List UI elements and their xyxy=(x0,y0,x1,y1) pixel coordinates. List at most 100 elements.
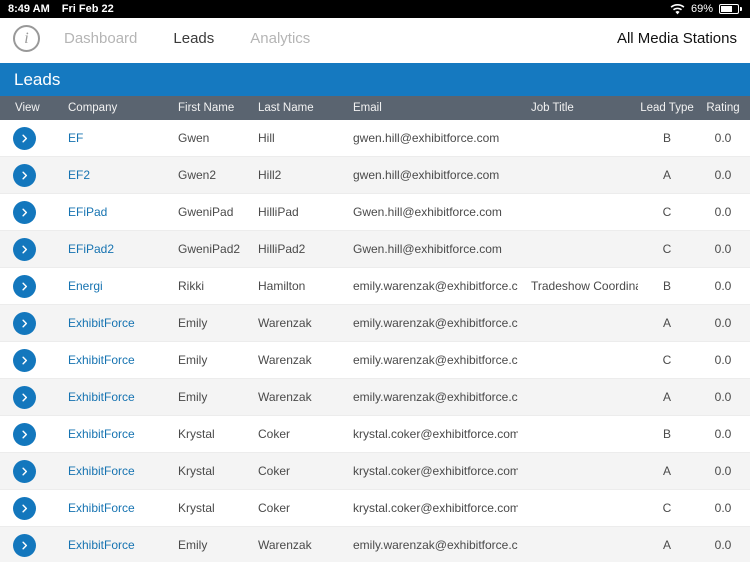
cell-first-name: Gwen xyxy=(178,131,210,145)
cell-company-link[interactable]: EF2 xyxy=(55,168,165,182)
view-lead-button[interactable] xyxy=(13,422,36,446)
column-header-rating: Rating xyxy=(706,102,740,114)
table-row: EFiPad GweniPad HilliPad Gwen.hill@exhib… xyxy=(0,194,750,231)
cell-view xyxy=(0,311,55,335)
cell-first-name: GweniPad xyxy=(178,205,234,219)
nav-tabs: Dashboard Leads Analytics xyxy=(64,30,310,47)
chevron-right-icon xyxy=(22,134,28,142)
cell-company-link[interactable]: ExhibitForce xyxy=(55,464,165,478)
cell-last-name: Coker xyxy=(258,427,291,441)
chevron-right-icon xyxy=(22,319,28,327)
table-row: ExhibitForce Emily Warenzak emily.warenz… xyxy=(0,305,750,342)
column-header-last-name: Last Name xyxy=(258,102,314,114)
cell-company-link[interactable]: EFiPad xyxy=(55,205,165,219)
cell-last-name: Warenzak xyxy=(258,390,312,404)
cell-company-link[interactable]: Energi xyxy=(55,279,165,293)
cell-last-name: Hill xyxy=(258,131,275,145)
view-lead-button[interactable] xyxy=(13,163,36,187)
cell-company-link[interactable]: ExhibitForce xyxy=(55,353,165,367)
cell-rating: 0.0 xyxy=(714,205,732,219)
cell-company-link[interactable]: ExhibitForce xyxy=(55,316,165,330)
view-lead-button[interactable] xyxy=(13,459,36,483)
tab-dashboard[interactable]: Dashboard xyxy=(64,30,137,47)
view-lead-button[interactable] xyxy=(13,533,36,557)
cell-first-name: Emily xyxy=(178,316,208,330)
cell-rating: 0.0 xyxy=(714,131,732,145)
cell-first-name: Emily xyxy=(178,390,208,404)
cell-company-link[interactable]: EFiPad2 xyxy=(55,242,165,256)
cell-last-name: Warenzak xyxy=(258,538,312,552)
cell-view xyxy=(0,496,55,520)
cell-rating: 0.0 xyxy=(714,353,732,367)
cell-first-name: Krystal xyxy=(178,501,215,515)
view-lead-button[interactable] xyxy=(13,126,36,150)
cell-lead-type: A xyxy=(662,316,671,330)
cell-view xyxy=(0,533,55,557)
cell-rating: 0.0 xyxy=(714,316,732,330)
navbar: i Dashboard Leads Analytics All Media St… xyxy=(0,18,750,59)
cell-email: krystal.coker@exhibitforce.com xyxy=(353,427,518,441)
chevron-right-icon xyxy=(22,504,28,512)
cell-rating: 0.0 xyxy=(714,501,732,515)
table-header: View Company First Name Last Name Email … xyxy=(0,96,750,120)
cell-view xyxy=(0,200,55,224)
view-lead-button[interactable] xyxy=(13,274,36,298)
chevron-right-icon xyxy=(22,467,28,475)
table-row: EF2 Gwen2 Hill2 gwen.hill@exhibitforce.c… xyxy=(0,157,750,194)
cell-company-link[interactable]: ExhibitForce xyxy=(55,538,165,552)
cell-lead-type: C xyxy=(662,242,672,256)
wifi-icon xyxy=(670,3,685,14)
view-lead-button[interactable] xyxy=(13,385,36,409)
status-time: 8:49 AM xyxy=(8,3,50,15)
cell-lead-type: A xyxy=(662,464,671,478)
cell-first-name: Emily xyxy=(178,353,208,367)
cell-first-name: Gwen2 xyxy=(178,168,217,182)
view-lead-button[interactable] xyxy=(13,348,36,372)
table-row: Energi Rikki Hamilton emily.warenzak@exh… xyxy=(0,268,750,305)
table-row: ExhibitForce Krystal Coker krystal.coker… xyxy=(0,416,750,453)
cell-company-link[interactable]: EF xyxy=(55,131,165,145)
cell-lead-type: A xyxy=(662,390,671,404)
chevron-right-icon xyxy=(22,430,28,438)
cell-lead-type: C xyxy=(662,353,672,367)
column-header-job-title: Job Title xyxy=(531,102,574,114)
tab-analytics[interactable]: Analytics xyxy=(250,30,310,47)
cell-email: emily.warenzak@exhibitforce.com xyxy=(353,279,518,293)
cell-last-name: Hill2 xyxy=(258,168,282,182)
cell-view xyxy=(0,163,55,187)
cell-last-name: HilliPad2 xyxy=(258,242,306,256)
cell-email: krystal.coker@exhibitforce.com xyxy=(353,501,518,515)
view-lead-button[interactable] xyxy=(13,496,36,520)
cell-first-name: Emily xyxy=(178,538,208,552)
view-lead-button[interactable] xyxy=(13,237,36,261)
table-row: ExhibitForce Krystal Coker krystal.coker… xyxy=(0,453,750,490)
table-row: ExhibitForce Emily Warenzak emily.warenz… xyxy=(0,342,750,379)
all-media-stations-button[interactable]: All Media Stations xyxy=(617,30,737,47)
view-lead-button[interactable] xyxy=(13,200,36,224)
cell-email: gwen.hill@exhibitforce.com xyxy=(353,131,500,145)
cell-first-name: Krystal xyxy=(178,464,215,478)
chevron-right-icon xyxy=(22,393,28,401)
cell-last-name: Warenzak xyxy=(258,353,312,367)
cell-rating: 0.0 xyxy=(714,168,732,182)
cell-job-title: Tradeshow Coordinator xyxy=(531,279,638,293)
cell-last-name: HilliPad xyxy=(258,205,299,219)
cell-view xyxy=(0,126,55,150)
cell-company-link[interactable]: ExhibitForce xyxy=(55,390,165,404)
cell-company-link[interactable]: ExhibitForce xyxy=(55,501,165,515)
cell-email: emily.warenzak@exhibitforce.com xyxy=(353,353,518,367)
cell-view xyxy=(0,422,55,446)
cell-rating: 0.0 xyxy=(714,427,732,441)
cell-last-name: Coker xyxy=(258,501,291,515)
tab-leads[interactable]: Leads xyxy=(173,30,214,47)
cell-company-link[interactable]: ExhibitForce xyxy=(55,427,165,441)
status-date: Fri Feb 22 xyxy=(61,3,114,15)
table-row: ExhibitForce Emily Warenzak emily.warenz… xyxy=(0,379,750,416)
cell-rating: 0.0 xyxy=(714,464,732,478)
column-header-lead-type: Lead Type xyxy=(640,102,694,114)
cell-view xyxy=(0,274,55,298)
chevron-right-icon xyxy=(22,208,28,216)
view-lead-button[interactable] xyxy=(13,311,36,335)
cell-email: Gwen.hill@exhibitforce.com xyxy=(353,242,502,256)
cell-last-name: Warenzak xyxy=(258,316,312,330)
